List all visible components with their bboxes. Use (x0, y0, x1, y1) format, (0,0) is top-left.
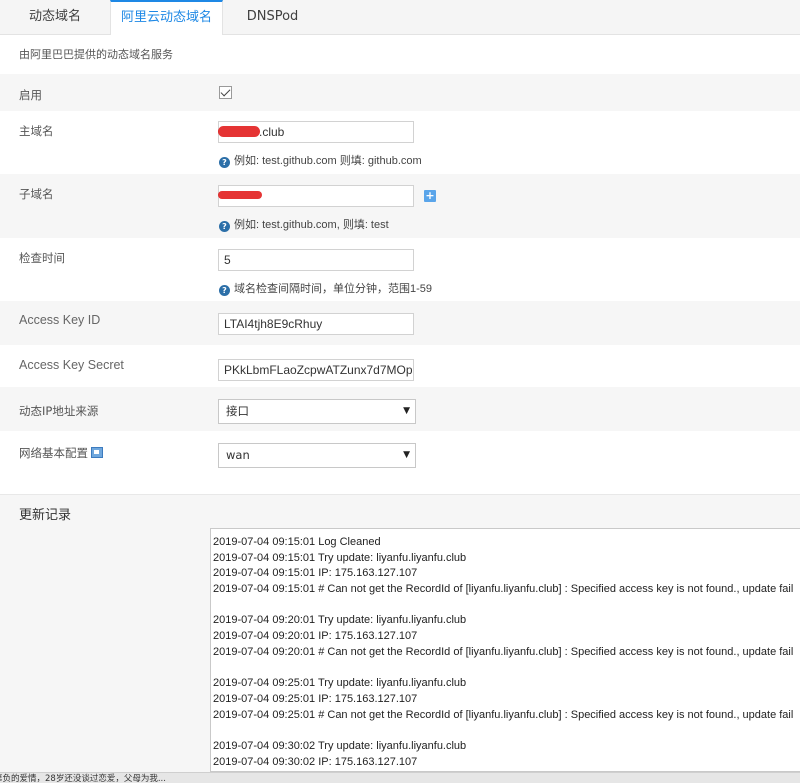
log-title: 更新记录 (19, 508, 72, 523)
log-line: 2019-07-04 09:30:02 Try update: liyanfu.… (213, 739, 467, 752)
log-textarea[interactable]: 2019-07-04 09:15:01 Log Cleaned 2019-07-0… (210, 528, 800, 772)
enable-checkbox[interactable] (219, 86, 232, 99)
access-key-secret-label: Access Key Secret (19, 358, 124, 372)
enable-label: 启用 (19, 88, 42, 102)
log-line: 2019-07-04 09:20:01 # Can not get the Re… (213, 645, 794, 658)
log-line: 2019-07-04 09:30:02 IP: 175.163.127.107 (213, 755, 418, 768)
tab-dynamic-dns[interactable]: 动态域名 (0, 0, 110, 34)
log-line: 2019-07-04 09:25:01 # Can not get the Re… (213, 708, 794, 721)
status-text: 辜负的爱情，28岁还没谈过恋爱，父母为我... (0, 774, 166, 783)
check-time-label: 检查时间 (19, 251, 65, 265)
access-key-id-input[interactable]: LTAI4tjh8E9cRhuy (218, 313, 414, 335)
log-line: 2019-07-04 09:20:01 IP: 175.163.127.107 (213, 630, 418, 643)
tab-dnspod[interactable]: DNSPod (221, 0, 324, 34)
log-line: 2019-07-04 09:20:01 Try update: liyanfu.… (213, 614, 467, 627)
main-domain-label: 主域名 (19, 124, 54, 138)
log-line: 2019-07-04 09:25:01 IP: 175.163.127.107 (213, 692, 418, 705)
ip-source-label: 动态IP地址来源 (19, 404, 99, 418)
log-section-header: 更新记录 (0, 494, 800, 528)
log-line: 2019-07-04 09:15:01 IP: 175.163.127.107 (213, 567, 418, 580)
redaction-mark (218, 191, 262, 199)
network-label: 网络基本配置 (19, 445, 103, 461)
tab-aliyun-ddns[interactable]: 阿里云动态域名 (110, 0, 223, 35)
ip-source-select[interactable]: 接口 ▼ (218, 399, 416, 424)
access-key-secret-input[interactable]: PKkLbmFLaoZcpwATZunx7d7MOp9KH (218, 359, 414, 381)
check-time-hint: ? 域名检查间隔时间，单位分钟，范围1-59 (219, 280, 432, 296)
dropdown-arrow-icon: ▼ (403, 450, 410, 460)
sub-domain-hint: ? 例如: test.github.com, 则填: test (219, 216, 389, 232)
log-line: 2019-07-04 09:15:01 Log Cleaned (213, 536, 381, 548)
status-bar: 辜负的爱情，28岁还没谈过恋爱，父母为我... (0, 772, 800, 783)
log-label-column (0, 527, 210, 772)
network-select[interactable]: wan ▼ (218, 443, 416, 468)
log-line: 2019-07-04 09:25:01 Try update: liyanfu.… (213, 677, 467, 690)
check-icon (220, 86, 231, 97)
redaction-mark (218, 126, 260, 137)
question-icon: ? (219, 157, 230, 168)
log-line: 2019-07-04 09:15:01 Try update: liyanfu.… (213, 551, 467, 564)
row-enable: 启用 (0, 74, 800, 111)
log-line: 2019-07-04 09:15:01 # Can not get the Re… (213, 583, 794, 596)
dropdown-arrow-icon: ▼ (403, 406, 410, 416)
question-icon: ? (219, 285, 230, 296)
question-icon: ? (219, 221, 230, 232)
check-time-input[interactable]: 5 (218, 249, 414, 271)
access-key-id-label: Access Key ID (19, 313, 101, 327)
main-domain-hint: ? 例如: test.github.com 则填: github.com (219, 152, 422, 168)
network-config-icon[interactable] (91, 447, 103, 458)
section-description: 由阿里巴巴提供的动态域名服务 (19, 48, 173, 61)
tab-bar: 动态域名 阿里云动态域名 DNSPod (0, 0, 800, 35)
add-icon[interactable]: + (424, 190, 436, 202)
sub-domain-label: 子域名 (19, 187, 54, 201)
